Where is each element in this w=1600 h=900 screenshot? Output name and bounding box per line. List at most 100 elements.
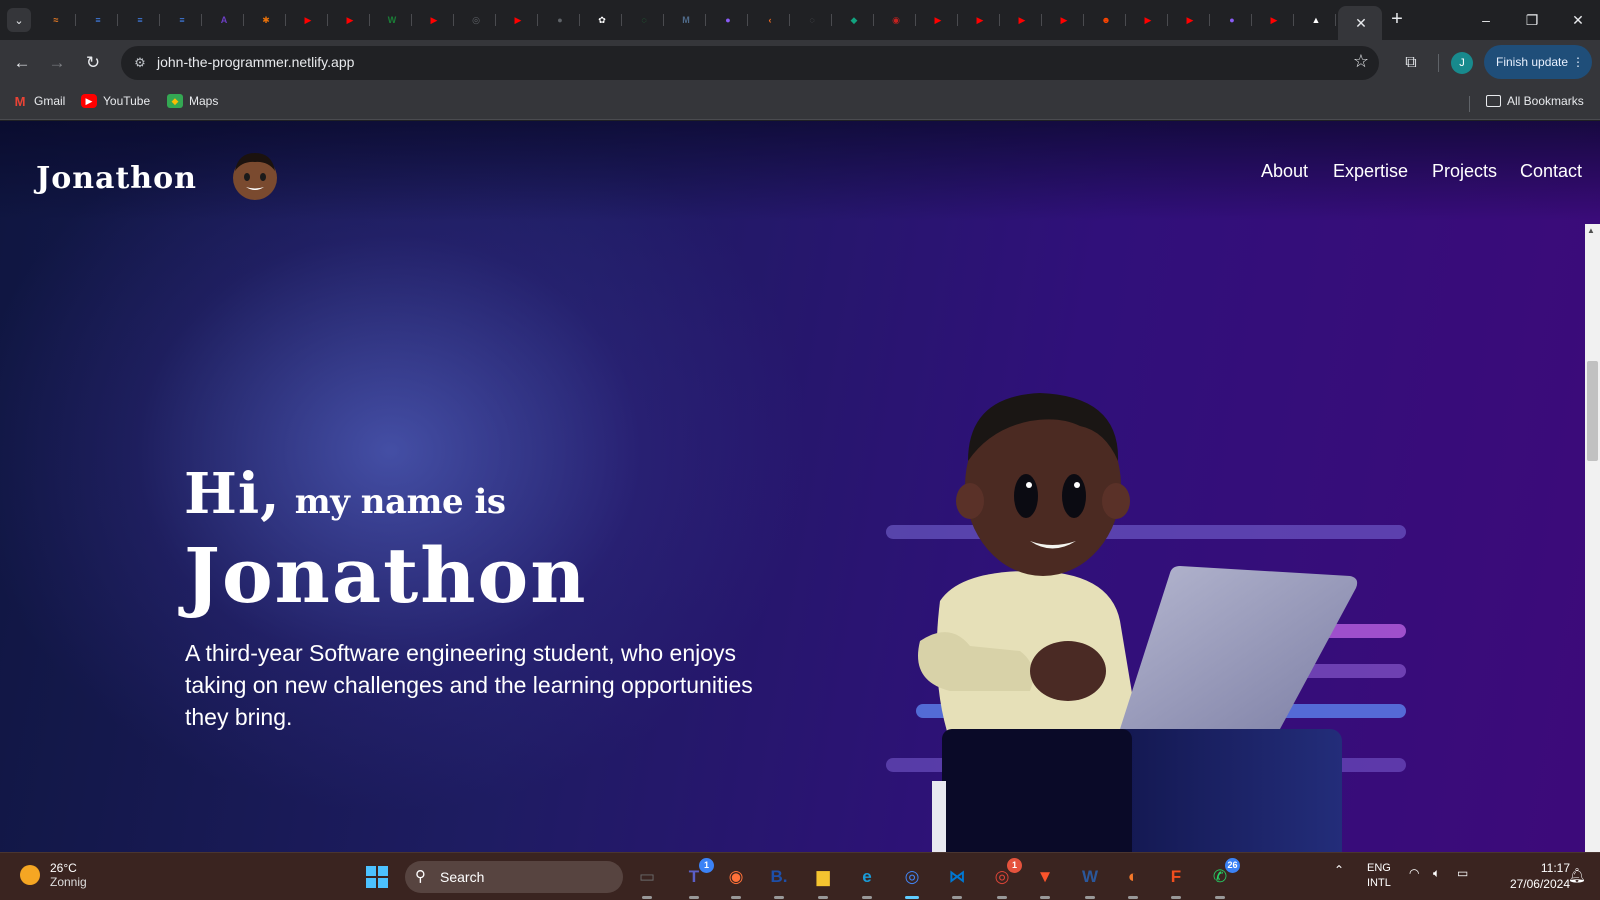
browser-tab[interactable]: ≡ (162, 6, 202, 34)
browser-tab[interactable]: ▶ (288, 6, 328, 34)
brave-icon[interactable]: ▼ (1031, 863, 1059, 899)
language-indicator[interactable]: ENG INTL (1367, 861, 1391, 891)
firefox-icon[interactable]: ◉ (722, 863, 750, 899)
browser-tab[interactable]: ≡ (78, 6, 118, 34)
figma-icon[interactable]: F (1162, 863, 1190, 899)
site-logo[interactable]: Jonathon (36, 161, 197, 196)
whatsapp-icon[interactable]: ✆ 26 (1206, 858, 1240, 899)
browser-tab[interactable]: ▶ (330, 6, 370, 34)
scroll-up-arrow-icon[interactable]: ▲ (1587, 226, 1595, 235)
tab-separator (159, 14, 160, 26)
notification-bell-icon[interactable]: 🔔︎ (1568, 867, 1586, 884)
browser-tab[interactable]: ▶ (1170, 6, 1210, 34)
running-indicator (1085, 896, 1095, 899)
address-url[interactable]: john-the-programmer.netlify.app (157, 54, 354, 70)
forward-arrow-icon[interactable]: → (45, 51, 69, 75)
browser-tab[interactable]: ▶ (1128, 6, 1168, 34)
tab-search-chevron-icon[interactable]: ⌄ (7, 8, 31, 32)
browser-tab[interactable]: ▶ (918, 6, 958, 34)
chrome-alt-icon[interactable]: ◎ 1 (988, 858, 1022, 899)
browser-tab[interactable]: ≈ (36, 6, 76, 34)
new-tab-button[interactable]: + (1386, 9, 1408, 31)
nav-projects[interactable]: Projects (1432, 161, 1497, 182)
maps-icon: ◆ (167, 94, 183, 108)
finish-update-label: Finish update (1496, 55, 1569, 69)
all-bookmarks-button[interactable]: All Bookmarks (1486, 94, 1584, 108)
bookmark-youtube[interactable]: ▶ YouTube (81, 94, 150, 108)
browser-tab[interactable]: ▶ (960, 6, 1000, 34)
vscode-icon[interactable]: ⋈ (943, 863, 971, 899)
browser-tab[interactable]: M (666, 6, 706, 34)
browser-tab[interactable]: ● (540, 6, 580, 34)
b-app-icon[interactable]: B. (765, 863, 793, 899)
system-clock[interactable]: 11:17 27/06/2024 (1490, 860, 1570, 892)
active-browser-tab[interactable]: ✕ (1338, 6, 1382, 40)
task-view-icon[interactable]: ▭ (633, 863, 661, 899)
browser-tab[interactable]: ◌ (624, 6, 664, 34)
finish-update-button[interactable]: Finish update ⋮ (1484, 45, 1592, 79)
browser-tab[interactable]: ▶ (1044, 6, 1084, 34)
youtube-icon: ▶ (934, 14, 942, 25)
bookmark-star-icon[interactable]: ☆ (1353, 51, 1369, 72)
tab-separator (411, 14, 412, 26)
browser-tab[interactable]: ● (708, 6, 748, 34)
nav-contact[interactable]: Contact (1520, 161, 1582, 182)
browser-tab[interactable]: ▶ (498, 6, 538, 34)
nav-about[interactable]: About (1261, 161, 1308, 182)
word-icon[interactable]: W (1076, 863, 1104, 899)
blender-icon[interactable]: ◐ (1119, 863, 1147, 899)
bookmark-maps[interactable]: ◆ Maps (167, 94, 218, 108)
profile-avatar[interactable]: J (1451, 52, 1473, 74)
page-scrollbar[interactable] (1585, 224, 1600, 852)
browser-tab[interactable]: ≡ (120, 6, 160, 34)
browser-tab[interactable]: ● (1212, 6, 1252, 34)
webflow-w-icon: W (387, 15, 397, 25)
edge-icon[interactable]: e (853, 863, 881, 899)
back-arrow-icon[interactable]: ← (10, 51, 34, 75)
browser-tab[interactable]: ◉ (876, 6, 916, 34)
file-explorer-icon[interactable]: ▆ (809, 863, 837, 899)
battery-icon[interactable]: ▭ (1457, 866, 1468, 880)
google-docs-icon: ≡ (137, 15, 143, 25)
site-info-icon[interactable]: ⚙ (130, 53, 150, 73)
weather-widget[interactable]: 26°C Zonnig (20, 861, 87, 889)
browser-tab[interactable]: A (204, 6, 244, 34)
minimize-icon[interactable]: – (1463, 8, 1509, 32)
browser-tab[interactable]: ◆ (834, 6, 874, 34)
browser-tab[interactable]: ☻ (1086, 6, 1126, 34)
browser-tab[interactable]: ◌ (792, 6, 832, 34)
more-menu-icon: ⋮ (1572, 55, 1584, 69)
reload-icon[interactable]: ↻ (81, 51, 105, 75)
m-circle-icon: M (682, 15, 690, 25)
openai-icon: ✿ (598, 14, 606, 25)
address-bar[interactable]: ⚙ john-the-programmer.netlify.app ☆ (121, 46, 1379, 80)
close-window-icon[interactable]: ✕ (1555, 8, 1600, 32)
wifi-icon[interactable]: ◠ (1409, 866, 1419, 880)
volume-icon[interactable]: 🔈︎ (1433, 866, 1440, 881)
running-indicator (642, 896, 652, 899)
tab-separator (327, 14, 328, 26)
browser-toolbar: ← → ↻ ⚙ john-the-programmer.netlify.app … (0, 40, 1600, 86)
browser-tab[interactable]: ▶ (1254, 6, 1294, 34)
weather-temp: 26°C (50, 861, 77, 875)
browser-tab[interactable]: ◎ (456, 6, 496, 34)
taskbar-search[interactable]: ⚲ Search (405, 861, 623, 893)
browser-tab[interactable]: ✱ (246, 6, 286, 34)
clock-date: 27/06/2024 (1509, 877, 1570, 891)
windows-start-icon[interactable] (366, 866, 388, 888)
browser-tab[interactable]: ▶ (414, 6, 454, 34)
bookmark-gmail[interactable]: M Gmail (12, 94, 66, 109)
teams-icon[interactable]: T1 (680, 858, 714, 899)
browser-tab[interactable]: W (372, 6, 412, 34)
scrollbar-thumb[interactable] (1587, 361, 1598, 461)
chrome-icon[interactable]: ◎ (898, 863, 926, 899)
tray-overflow-chevron-icon[interactable]: ⌃ (1334, 863, 1344, 877)
restore-icon[interactable]: ❐ (1509, 8, 1555, 32)
browser-tab[interactable]: ✿ (582, 6, 622, 34)
close-tab-icon[interactable]: ✕ (1355, 15, 1367, 32)
browser-tab[interactable]: ▲ (1296, 6, 1336, 34)
extensions-puzzle-icon[interactable]: ⧉ (1398, 50, 1424, 76)
browser-tab[interactable]: ‹ (750, 6, 790, 34)
nav-expertise[interactable]: Expertise (1333, 161, 1408, 182)
browser-tab[interactable]: ▶ (1002, 6, 1042, 34)
